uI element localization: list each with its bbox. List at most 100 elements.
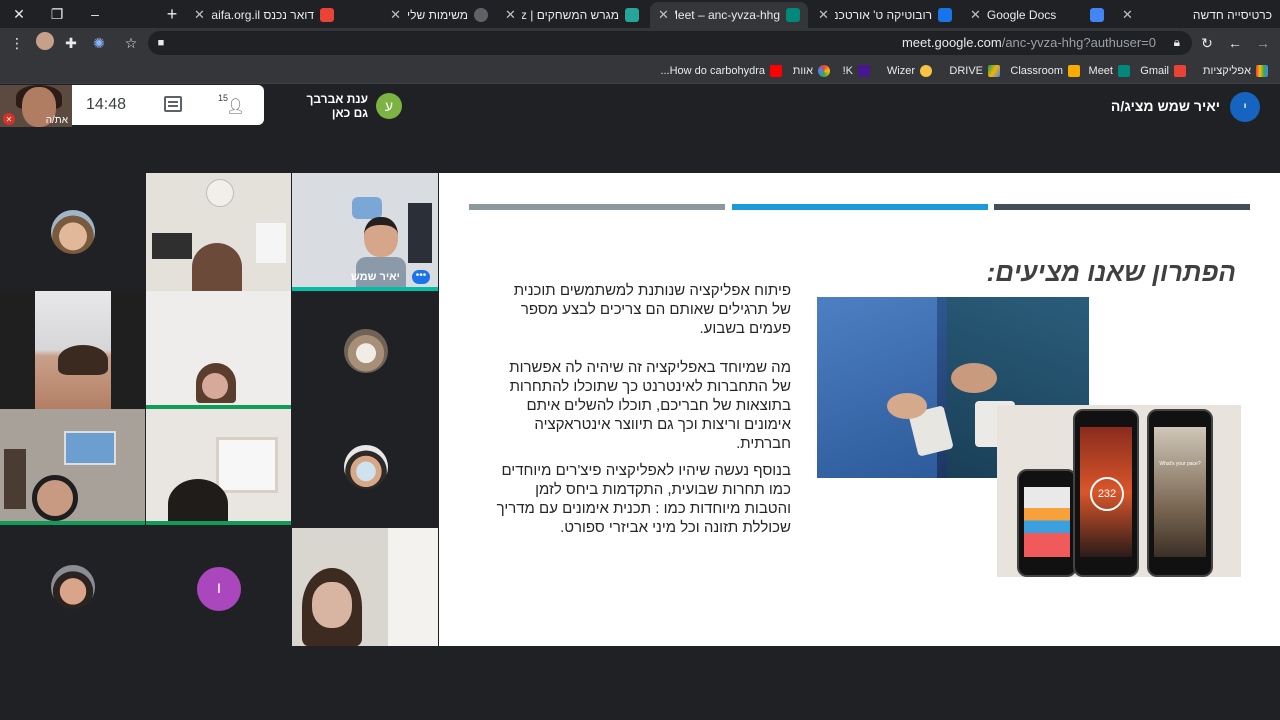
bookmark-label: Classroom — [1010, 65, 1063, 77]
tab-gmail[interactable]: דואר נכנס haifa.org.il ✕ — [186, 2, 342, 28]
participant-tile[interactable] — [0, 409, 145, 525]
minimize-icon[interactable]: – — [76, 0, 114, 28]
tab-my-tasks[interactable]: משימות שלי ✕ — [346, 2, 496, 28]
participant-chip[interactable]: ענת אברבך גם כאן ע — [268, 85, 408, 127]
chip-status: גם כאן — [331, 106, 368, 120]
tv — [152, 233, 192, 259]
back-icon[interactable]: ← — [1224, 32, 1246, 54]
camera-icon[interactable]: ■ — [150, 32, 172, 54]
presented-slide: הפתרון שאנו מציעים: פיתוח אפליקציה שנותנ… — [439, 173, 1280, 646]
athlete-screen: What's your pace? — [1154, 427, 1206, 557]
close-tab-icon[interactable]: ✕ — [818, 7, 829, 23]
clock-text: 14:48 — [86, 96, 127, 113]
tab-strip: ✕ ❐ – + דואר נכנס haifa.org.il ✕ משימות … — [0, 0, 1280, 28]
slide-paragraph-2: מה שמיוחד באפליקציה זה שיהיה לה אפשרות ש… — [509, 359, 791, 452]
participant-tile[interactable] — [0, 525, 145, 646]
browser-toolbar: ⋮ ✚ ✺ ☆ ■ meet.google.com/anc-yvza-hhg?a… — [0, 28, 1280, 58]
bookmark-wizer[interactable]: Wizer — [887, 63, 932, 79]
participant-tile[interactable] — [146, 409, 291, 525]
bookmark-label: DRIVE — [949, 65, 983, 77]
jacket — [408, 203, 432, 263]
tab-google-docs[interactable]: Google Docs ✕ — [962, 2, 1112, 28]
lock-icon[interactable]: 🔒︎ — [1174, 35, 1180, 50]
participant-tile[interactable]: ו — [146, 525, 291, 646]
participant-face — [168, 479, 228, 525]
phone-screen-2: 232 — [1073, 409, 1139, 577]
close-icon[interactable]: ✕ — [0, 0, 38, 28]
more-options-icon[interactable]: ••• — [412, 270, 430, 284]
skillz-icon — [625, 8, 639, 22]
participant-tile[interactable] — [292, 409, 438, 525]
tab-meet[interactable]: Meet – anc-yvza-hhg ✕ — [650, 2, 808, 28]
tab-label: דואר נכנס haifa.org.il — [211, 8, 314, 22]
menu-icon[interactable]: ⋮ — [6, 32, 28, 54]
participant-tile[interactable] — [292, 291, 438, 409]
shelf — [4, 449, 26, 509]
participant-tile[interactable] — [292, 528, 438, 646]
participant-face — [32, 475, 78, 521]
url-host: meet.google.com — [901, 35, 1002, 50]
avatar: ו — [197, 567, 241, 611]
people-icon[interactable]: 👤︎ — [226, 97, 245, 115]
phone-screen-3: What's your pace? — [1147, 409, 1213, 577]
bookmark-drive[interactable]: DRIVE — [949, 63, 1000, 79]
slide-bar-gray — [469, 204, 725, 210]
participant-tile[interactable] — [0, 291, 145, 409]
url-text[interactable]: meet.google.com/anc-yvza-hhg?authuser=0 — [902, 35, 1156, 50]
forward-icon[interactable]: → — [1252, 32, 1274, 54]
chat-icon[interactable] — [164, 96, 182, 112]
bookmark-kahoot[interactable]: K! — [843, 63, 870, 79]
self-name-label: את/ה — [45, 115, 68, 126]
door — [388, 528, 438, 646]
participant-tile[interactable]: יאיר שמש ••• — [292, 173, 438, 291]
address-bar[interactable]: ■ meet.google.com/anc-yvza-hhg?authuser=… — [148, 31, 1192, 55]
participant-tile[interactable] — [146, 291, 291, 409]
tab-skillz[interactable]: מגרש המשחקים | Skillz ✕ — [497, 2, 647, 28]
bookmarks-bar: אפליקציות Gmail Meet Classroom DRIVE Wiz… — [0, 58, 1280, 84]
drive-icon — [988, 65, 1000, 77]
slide-bar-dark — [994, 204, 1250, 210]
participant-face — [312, 582, 352, 628]
pace-metric: 232 — [1090, 477, 1124, 511]
classroom-icon — [938, 8, 952, 22]
close-tab-icon[interactable]: ✕ — [194, 7, 205, 23]
runner-screen: 232 — [1080, 427, 1132, 557]
chip-text: ענת אברבך גם כאן — [306, 92, 368, 120]
participant-name: יאיר שמש — [350, 271, 400, 283]
bookmark-classroom[interactable]: Classroom — [1010, 63, 1080, 79]
avatar[interactable] — [36, 32, 54, 50]
tab-new-tab[interactable]: כרטיסייה חדשה ✕ — [1114, 2, 1280, 28]
extension-badge-icon[interactable]: ✺ — [88, 32, 110, 54]
bookmark-apps[interactable]: אפליקציות — [1203, 63, 1268, 79]
tab-label: משימות שלי — [407, 8, 468, 22]
hand-left — [887, 393, 927, 419]
avatar: י — [1230, 92, 1260, 122]
close-tab-icon[interactable]: ✕ — [390, 7, 401, 23]
bookmark-gmail[interactable]: Gmail — [1140, 63, 1186, 79]
restore-icon[interactable]: ❐ — [38, 0, 76, 28]
participant-tile[interactable] — [146, 173, 291, 291]
close-tab-icon[interactable]: ✕ — [970, 7, 981, 23]
bookmark-youtube[interactable]: How do carbohydra... — [660, 63, 782, 79]
bookmark-meet[interactable]: Meet — [1089, 63, 1130, 79]
close-tab-icon[interactable]: ✕ — [1122, 7, 1133, 23]
close-tab-icon[interactable]: ✕ — [505, 7, 516, 23]
participant-tile[interactable] — [0, 173, 145, 291]
close-tab-icon[interactable]: ✕ — [658, 7, 669, 23]
app-phones-photo: 232 What's your pace? — [997, 405, 1241, 577]
star-icon[interactable]: ☆ — [120, 32, 142, 54]
chip-name: ענת אברבך — [306, 92, 368, 106]
new-tab-icon[interactable]: + — [160, 2, 184, 26]
mic-off-icon: ✕ — [3, 113, 15, 125]
bookmark-avot[interactable]: אוות — [793, 63, 830, 79]
bookmark-label: אפליקציות — [1202, 65, 1251, 77]
pace-caption: What's your pace? — [1159, 461, 1201, 467]
tab-classroom[interactable]: רובוטיקה ט' אורטכנון רבין ✕ — [810, 2, 960, 28]
url-path: /anc-yvza-hhg?authuser=0 — [1001, 35, 1156, 50]
bookmark-label: Wizer — [886, 65, 915, 77]
self-view-tile[interactable]: ✕ את/ה — [0, 85, 72, 127]
bookmark-label: אוות — [792, 65, 813, 77]
gmail-icon — [1174, 65, 1186, 77]
extensions-icon[interactable]: ✚ — [60, 32, 82, 54]
reload-icon[interactable]: ↻ — [1196, 32, 1218, 54]
